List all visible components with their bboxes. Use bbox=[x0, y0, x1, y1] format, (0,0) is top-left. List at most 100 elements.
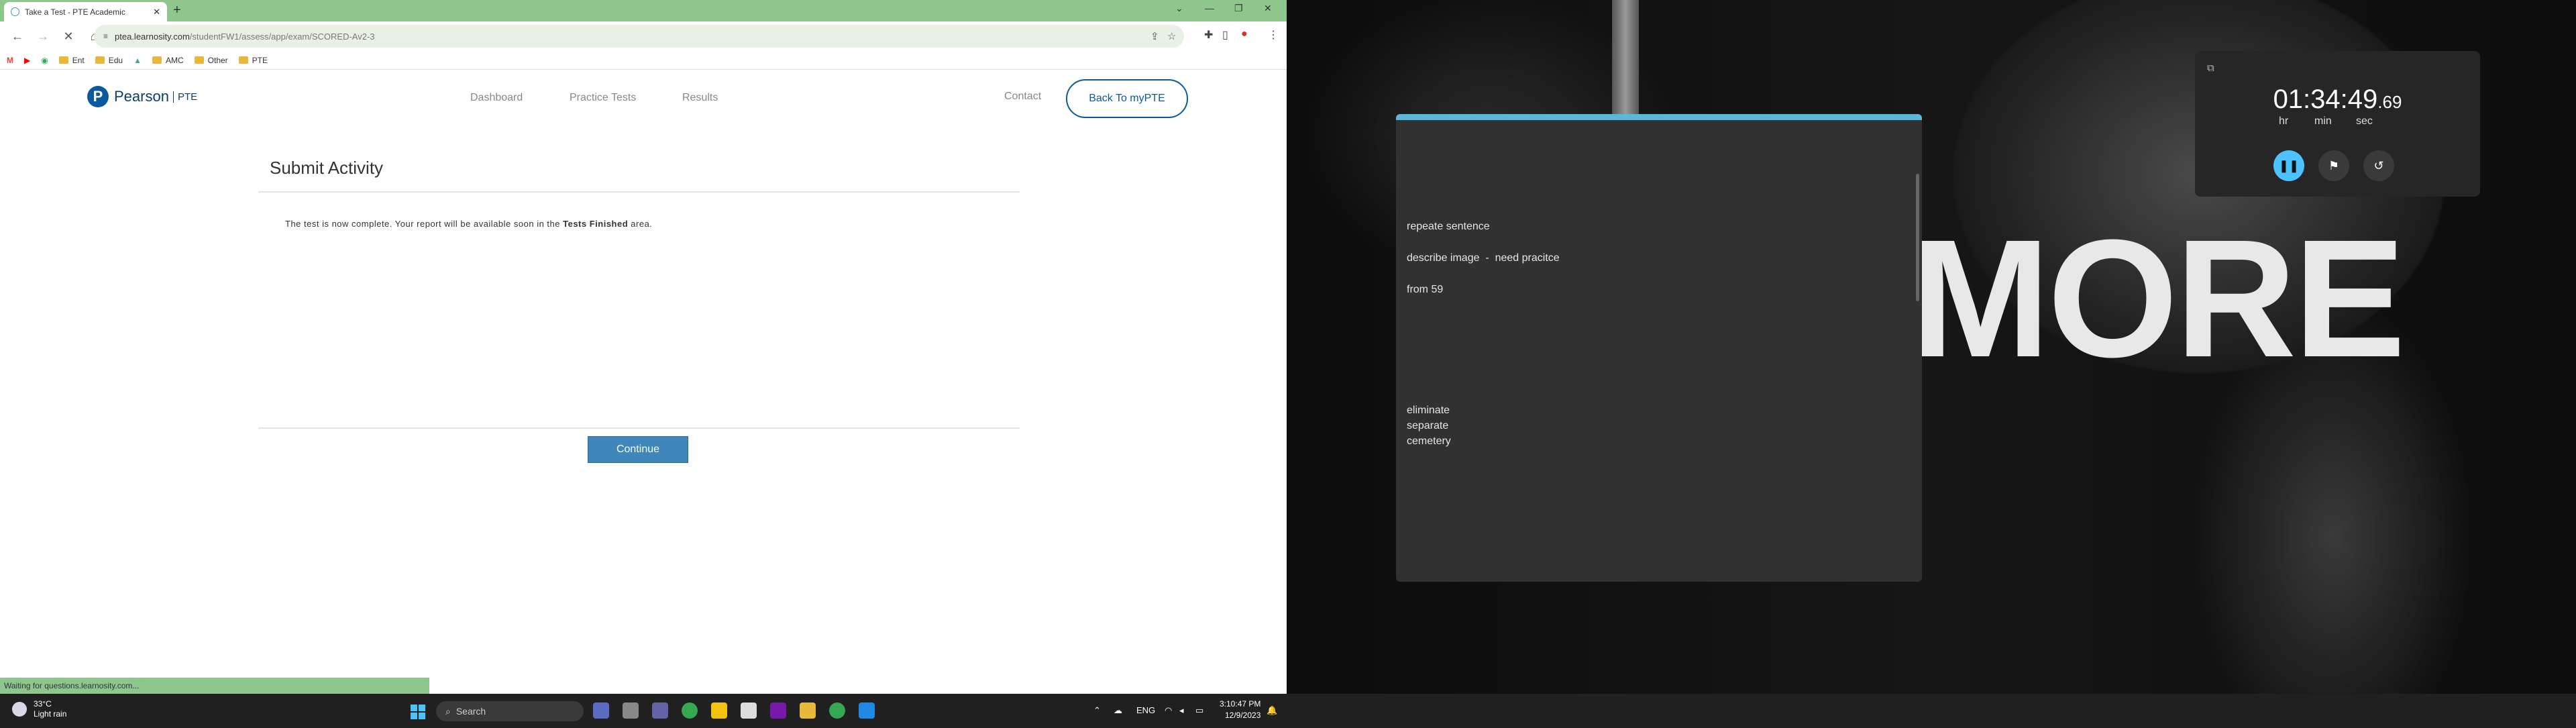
divider bbox=[258, 427, 1020, 429]
completion-message: The test is now complete. Your report wi… bbox=[285, 219, 653, 229]
continue-button[interactable]: Continue bbox=[588, 436, 688, 463]
weather-widget[interactable]: 33°C Light rain bbox=[12, 699, 66, 719]
copilot-icon[interactable] bbox=[593, 703, 609, 719]
note-line: repeate sentence bbox=[1407, 221, 1490, 232]
maximize-icon[interactable]: ❐ bbox=[1234, 3, 1243, 14]
weather-icon bbox=[12, 702, 27, 717]
volume-icon[interactable]: ◂ bbox=[1179, 705, 1184, 716]
tab-search-icon[interactable]: ⌄ bbox=[1175, 3, 1183, 14]
url-path: /studentFW1/assess/app/exam/SCORED-Av2-3 bbox=[189, 31, 375, 42]
taskbar-search[interactable]: ⌕ Search bbox=[436, 701, 584, 721]
page-content: P Pearson PTE Dashboard Practice Tests R… bbox=[0, 70, 1287, 678]
nav-contact[interactable]: Contact bbox=[1004, 91, 1041, 103]
share-icon[interactable]: ⇪ bbox=[1150, 30, 1159, 42]
compact-overlay-icon[interactable]: ⧉ bbox=[2207, 62, 2214, 74]
onedrive-icon[interactable]: ☁ bbox=[1114, 705, 1122, 716]
browser-titlebar: Take a Test - PTE Academic ✕ + ⌄ — ❐ ✕ bbox=[0, 0, 1287, 21]
reset-icon: ↺ bbox=[2373, 158, 2384, 172]
nav-practice-tests[interactable]: Practice Tests bbox=[570, 92, 636, 104]
bookmarks-bar: M ▶ ◉ Ent Edu ▲ AMC Other PTE bbox=[0, 51, 1287, 70]
bookmark-folder-pte[interactable]: PTE bbox=[238, 56, 268, 65]
drive-icon[interactable]: ▲ bbox=[133, 56, 142, 65]
back-to-mypte-button[interactable]: Back To myPTE bbox=[1066, 79, 1188, 118]
sticky-notes-icon[interactable] bbox=[711, 703, 727, 719]
note-line: cemetery bbox=[1407, 435, 1451, 447]
seconds-label: sec bbox=[2356, 115, 2373, 127]
close-window-icon[interactable]: ✕ bbox=[1264, 3, 1272, 14]
battery-icon[interactable]: ▭ bbox=[1195, 705, 1203, 716]
tab-favicon-icon bbox=[11, 7, 19, 16]
tray-overflow-icon[interactable]: ⌃ bbox=[1093, 705, 1101, 716]
notification-icon[interactable]: 🔔 bbox=[1267, 705, 1277, 716]
pearson-logo[interactable]: P Pearson PTE bbox=[87, 86, 197, 107]
bookmark-folder-amc[interactable]: AMC bbox=[152, 56, 184, 65]
wallpaper-text: MORE bbox=[1911, 205, 2406, 392]
taskbar-clock[interactable]: 3:10:47 PM 12/9/2023 bbox=[1220, 698, 1260, 721]
note-line: from 59 bbox=[1407, 284, 1444, 295]
note-line: eliminate bbox=[1407, 405, 1450, 416]
folder-icon bbox=[152, 56, 162, 64]
stopwatch-time: 01:34:49.69 bbox=[2273, 85, 2402, 114]
weather-condition: Light rain bbox=[34, 709, 67, 719]
pearson-p-icon: P bbox=[87, 86, 109, 107]
stop-icon[interactable]: ✕ bbox=[60, 30, 76, 44]
stopwatch-widget: ⧉ 01:34:49.69 hr min sec ❚❚ ⚑ ↺ bbox=[2195, 51, 2480, 197]
todo-icon[interactable] bbox=[741, 703, 757, 719]
page-title: Submit Activity bbox=[270, 158, 384, 178]
bookmark-folder-edu[interactable]: Edu bbox=[95, 56, 123, 65]
divider bbox=[258, 191, 1020, 193]
folder-icon bbox=[58, 56, 68, 64]
minimize-icon[interactable]: — bbox=[1205, 3, 1214, 13]
bookmark-folder-ent[interactable]: Ent bbox=[58, 56, 85, 65]
address-bar[interactable]: ≡ ptea.learnosity.com/studentFW1/assess/… bbox=[94, 25, 1184, 48]
nav-dashboard[interactable]: Dashboard bbox=[470, 92, 523, 104]
profile-avatar-icon[interactable]: ● bbox=[1241, 28, 1248, 40]
hours-label: hr bbox=[2279, 115, 2289, 127]
nav-results[interactable]: Results bbox=[682, 92, 718, 104]
browser-toolbar: ← → ✕ ⌂ ≡ ptea.learnosity.com/studentFW1… bbox=[0, 21, 1287, 51]
file-explorer-icon[interactable] bbox=[800, 703, 816, 719]
gmail-icon[interactable]: M bbox=[7, 56, 13, 65]
youtube-icon[interactable]: ▶ bbox=[24, 56, 30, 65]
bookmark-folder-other[interactable]: Other bbox=[194, 56, 228, 65]
taskbar: 33°C Light rain ⌕ Search ⌃ ☁ ENG ◠ ◂ ▭ 3:1… bbox=[0, 694, 2576, 728]
menu-icon[interactable]: ⋮ bbox=[1268, 28, 1279, 42]
chrome-icon[interactable] bbox=[682, 703, 698, 719]
bookmark-star-icon[interactable]: ☆ bbox=[1167, 30, 1176, 42]
brand-name: Pearson bbox=[114, 88, 169, 105]
task-view-icon[interactable] bbox=[623, 703, 639, 719]
site-info-icon[interactable]: ≡ bbox=[103, 32, 108, 41]
minutes-label: min bbox=[2314, 115, 2332, 127]
flag-icon: ⚑ bbox=[2328, 158, 2340, 172]
folder-icon bbox=[194, 56, 204, 64]
folder-icon bbox=[95, 56, 105, 64]
tab-title: Take a Test - PTE Academic bbox=[25, 7, 125, 17]
pause-button[interactable]: ❚❚ bbox=[2273, 150, 2304, 181]
bookmark-icon[interactable]: ◉ bbox=[41, 56, 48, 65]
wifi-icon[interactable]: ◠ bbox=[1165, 705, 1172, 716]
sidepanel-icon[interactable]: ▯ bbox=[1222, 28, 1228, 42]
language-indicator[interactable]: ENG bbox=[1136, 705, 1155, 715]
status-bubble: Waiting for questions.learnosity.com... bbox=[0, 678, 429, 694]
browser-window: Take a Test - PTE Academic ✕ + ⌄ — ❐ ✕ ←… bbox=[0, 0, 1287, 694]
folder-icon bbox=[238, 56, 248, 64]
brand-suffix: PTE bbox=[172, 91, 197, 103]
onenote-icon[interactable] bbox=[770, 703, 786, 719]
vscode-icon[interactable] bbox=[859, 703, 875, 719]
back-icon[interactable]: ← bbox=[9, 30, 25, 44]
note-line: describe image - need pracitce bbox=[1407, 252, 1560, 264]
reset-button[interactable]: ↺ bbox=[2363, 150, 2394, 181]
new-tab-icon[interactable]: + bbox=[173, 3, 181, 18]
lap-button[interactable]: ⚑ bbox=[2318, 150, 2349, 181]
chrome-profile-icon[interactable] bbox=[829, 703, 845, 719]
browser-tab[interactable]: Take a Test - PTE Academic ✕ bbox=[4, 2, 167, 21]
search-icon: ⌕ bbox=[445, 705, 451, 717]
forward-icon[interactable]: → bbox=[35, 30, 51, 44]
teams-icon[interactable] bbox=[652, 703, 668, 719]
sticky-notes-window[interactable]: repeate sentence describe image - need p… bbox=[1396, 114, 1922, 582]
temperature: 33°C bbox=[34, 699, 52, 709]
scrollbar[interactable] bbox=[1916, 174, 1919, 301]
tab-close-icon[interactable]: ✕ bbox=[153, 7, 160, 17]
start-button[interactable] bbox=[411, 705, 425, 719]
extensions-icon[interactable]: ✚ bbox=[1204, 28, 1213, 42]
